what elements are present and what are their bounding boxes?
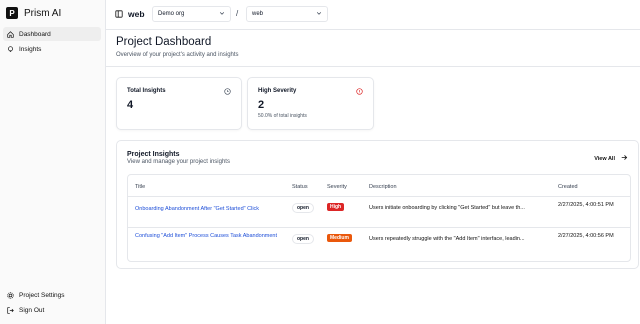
status-badge-label: open (292, 203, 314, 213)
chevron-down-icon (316, 10, 322, 18)
column-header-description: Description (369, 184, 397, 190)
status-badge: open (292, 234, 314, 244)
total-insights-card: Total Insights 4 (116, 77, 242, 130)
sidebar-item-project-settings[interactable]: Project Settings (3, 288, 101, 302)
project-insights-card: Project Insights View and manage your pr… (116, 140, 639, 269)
sidebar-item-label: Sign Out (19, 306, 45, 314)
status-badge: open (292, 203, 314, 213)
table-divider (128, 196, 630, 197)
column-header-status: Status (292, 184, 308, 190)
brand-name: Prism AI (24, 7, 62, 19)
table-divider (128, 227, 630, 228)
divider (106, 66, 640, 67)
arrow-right-icon (621, 154, 628, 163)
sidebar-nav: Dashboard Insights (3, 27, 101, 57)
brand[interactable]: P Prism AI (6, 7, 61, 19)
stat-note: 50.0% of total insights (258, 113, 307, 119)
topbar: web Demo org / web (106, 0, 640, 30)
severity-badge-label: High (327, 203, 345, 211)
main-content: Project Dashboard Overview of your proje… (106, 31, 640, 324)
insight-created: 2/27/2025, 4:00:56 PM (558, 233, 614, 239)
brand-logo: P (6, 7, 18, 19)
stat-label: High Severity (258, 88, 297, 94)
insights-subtitle: View and manage your project insights (127, 159, 230, 165)
sidebar-item-sign-out[interactable]: Sign Out (3, 303, 101, 317)
page-subtitle: Overview of your project's activity and … (116, 52, 239, 58)
sidebar-item-label: Dashboard (19, 30, 51, 38)
column-header-title: Title (135, 184, 146, 190)
page-title: Project Dashboard (116, 36, 212, 48)
alert-circle-icon (356, 88, 363, 95)
sidebar-item-label: Project Settings (19, 291, 65, 299)
high-severity-card: High Severity 2 50.0% of total insights (247, 77, 374, 130)
severity-badge-label: Medium (327, 234, 352, 242)
chevron-down-icon (219, 10, 225, 18)
column-header-created: Created (558, 184, 578, 190)
sidebar-item-insights[interactable]: Insights (3, 42, 101, 56)
sidebar-item-dashboard[interactable]: Dashboard (3, 27, 101, 41)
insight-title-link[interactable]: Onboarding Abandonment After "Get Starte… (135, 205, 285, 214)
status-badge-label: open (292, 234, 314, 244)
insight-description: Users initiate onboarding by clicking "G… (369, 205, 525, 211)
insights-table: Title Status Severity Description Create… (127, 174, 631, 262)
sidebar-toggle-icon[interactable] (115, 10, 123, 18)
insights-title: Project Insights (127, 151, 180, 158)
org-select[interactable]: Demo org (152, 6, 231, 22)
stat-label: Total Insights (127, 88, 166, 94)
home-icon (7, 30, 14, 38)
insight-description: Users repeatedly struggle with the "Add … (369, 236, 525, 242)
breadcrumb-separator: / (236, 9, 239, 18)
clock-icon (224, 88, 231, 95)
project-code: web (128, 9, 145, 19)
sidebar-item-label: Insights (19, 45, 42, 53)
severity-badge: Medium (327, 234, 352, 242)
org-select-value: Demo org (158, 11, 185, 17)
project-select[interactable]: web (246, 6, 328, 22)
severity-badge: High (327, 203, 345, 211)
stat-value: 2 (258, 99, 265, 111)
view-all-label: View All (594, 155, 615, 162)
column-header-severity: Severity (327, 184, 347, 190)
sidebar: P Prism AI Dashboard Insights Project Se… (0, 0, 106, 324)
gear-icon (7, 291, 14, 299)
insight-created: 2/27/2025, 4:00:51 PM (558, 202, 614, 208)
stat-value: 4 (127, 99, 134, 111)
lightbulb-icon (7, 45, 14, 53)
sign-out-icon (7, 306, 14, 314)
view-all-button[interactable]: View All (594, 154, 628, 163)
sidebar-bottom: Project Settings Sign Out (3, 288, 101, 318)
insight-title-link[interactable]: Confusing "Add Item" Process Causes Task… (135, 232, 285, 241)
project-select-value: web (252, 11, 264, 17)
